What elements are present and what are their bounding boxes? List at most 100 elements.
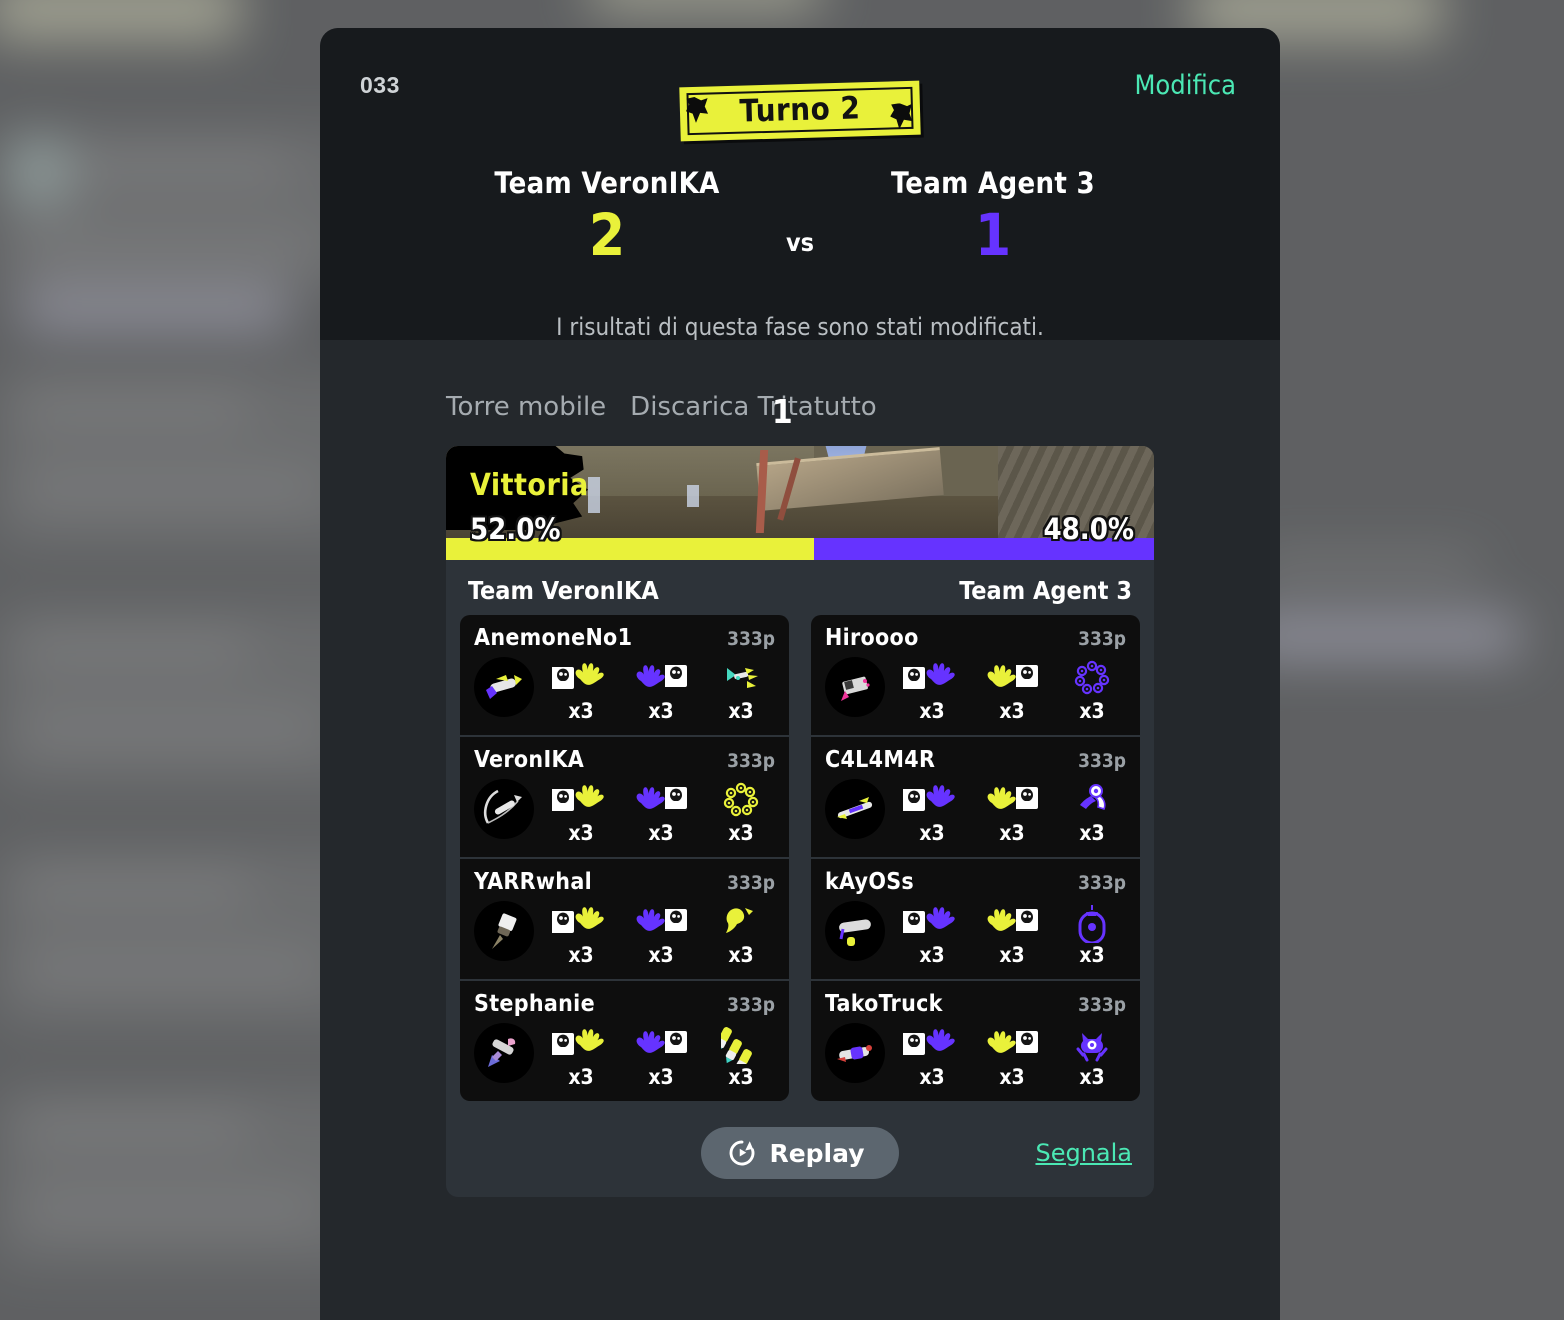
player-header: kAyOSs 333p [825,869,1126,895]
player-stat-value: x3 [728,699,754,723]
special-bubbler-icon [1059,901,1125,945]
player-header: TakoTruck 333p [825,991,1126,1017]
player-stat: x3 [979,901,1045,967]
left-team-summary: Team VeronIKA 2 [457,166,757,264]
player-stat: x3 [899,901,965,967]
player-stats-row: x3 x3 x3 [825,1023,1126,1089]
splat-kill-icon [899,779,965,823]
special-inkjet-icon [708,657,774,701]
game-number: 1 [772,392,793,431]
report-link[interactable]: Segnala [1035,1139,1132,1167]
versus-scoreboard: Team VeronIKA 2 vs Team Agent 3 1 [320,166,1280,264]
match-detail-modal: 033 Turno 2 Modifica Team VeronIKA 2 vs … [320,28,1280,1320]
player-name: AnemoneNo1 [474,625,633,651]
player-name: VeronIKA [474,747,585,773]
player-stat-value: x3 [999,699,1025,723]
player-name: C4L4M4R [825,747,936,773]
player-row-card[interactable]: YARRwhal 333p x3 x3 x3 [460,859,789,981]
right-team-roster: Hiroooo 333p x3 x3 x3 C4L4M4R 333p x3 x3… [811,615,1140,1101]
player-name: Stephanie [474,991,595,1017]
splat-death-icon [979,901,1045,945]
splat-kill-icon [899,657,965,701]
player-points: 333p [727,750,775,772]
player-stat: x3 [979,657,1045,723]
player-stats-row: x3 x3 x3 [474,1023,775,1089]
left-team-score: 2 [588,201,626,269]
player-stat-value: x3 [919,1065,945,1089]
splattershot-weapon-icon [474,657,534,717]
victory-label: Vittoria [470,468,589,503]
splat-kill-icon [899,901,965,945]
splat-death-icon [628,657,694,701]
turn-badge: Turno 2 [679,80,921,142]
player-stat-value: x3 [1079,699,1105,723]
roller-weapon-icon [825,901,885,961]
player-stats-row: x3 x3 x3 [825,779,1126,845]
player-row-card[interactable]: Hiroooo 333p x3 x3 x3 [811,615,1140,737]
splat-death-icon [628,1023,694,1067]
special-zipcaster-icon [1059,779,1125,823]
special-missile-icon [708,1023,774,1067]
left-team-name: Team VeronIKA [494,166,720,200]
match-id-label: 033 [360,72,400,98]
player-header: Stephanie 333p [474,991,775,1017]
player-row-card[interactable]: AnemoneNo1 333p x3 x3 x3 [460,615,789,737]
player-stat-value: x3 [919,821,945,845]
special-squid-icon [708,901,774,945]
splatling-weapon-icon [825,1023,885,1083]
splat-death-icon [628,901,694,945]
player-stat-value: x3 [568,699,594,723]
player-row-card[interactable]: kAyOSs 333p x3 x3 x3 [811,859,1140,981]
player-name: YARRwhal [474,869,592,895]
game-rule-label: Torre mobile [446,392,607,422]
player-header: Hiroooo 333p [825,625,1126,651]
modal-header-toolbar: 033 Turno 2 Modifica [320,28,1280,142]
splat-death-icon [979,657,1045,701]
player-points: 333p [1078,872,1126,894]
player-row-card[interactable]: Stephanie 333p x3 x3 x3 [460,981,789,1101]
player-stat-value: x3 [648,699,674,723]
player-stat-value: x3 [648,1065,674,1089]
splat-kill-icon [548,1023,614,1067]
player-name: kAyOSs [825,869,915,895]
right-team-score: 1 [974,201,1012,269]
splat-kill-icon [899,1023,965,1067]
player-stat: x3 [628,657,694,723]
player-stat-value: x3 [568,943,594,967]
game-card-footer: Replay Segnala [446,1127,1154,1179]
player-stat: x3 [899,657,965,723]
player-stat-value: x3 [728,943,754,967]
player-stat: x3 [628,779,694,845]
left-team-roster: AnemoneNo1 333p x3 x3 x3 VeronIKA 333p x… [460,615,789,1101]
roster-team-headers: Team VeronIKA Team Agent 3 [446,560,1154,615]
stage-window-2 [587,477,600,514]
roster-left-team-name: Team VeronIKA [468,576,659,605]
player-header: VeronIKA 333p [474,747,775,773]
roster-right-team-name: Team Agent 3 [959,576,1132,605]
player-points: 333p [727,872,775,894]
player-stat: x3 [979,779,1045,845]
player-points: 333p [727,994,775,1016]
player-row-card[interactable]: TakoTruck 333p x3 x3 x3 [811,981,1140,1101]
player-header: YARRwhal 333p [474,869,775,895]
splat-death-icon [979,779,1045,823]
player-stat: x3 [708,901,774,967]
right-team-name: Team Agent 3 [891,166,1095,200]
splat-death-icon [628,779,694,823]
player-stat-value: x3 [999,943,1025,967]
splat-death-icon [979,1023,1045,1067]
game-stage-label: Discarica Tritatutto [630,392,877,422]
modal-header: 033 Turno 2 Modifica Team VeronIKA 2 vs … [320,28,1280,341]
player-stat-value: x3 [1079,943,1105,967]
player-stat-value: x3 [999,821,1025,845]
player-stat: x3 [1059,779,1125,845]
player-stat: x3 [708,657,774,723]
player-row-card[interactable]: C4L4M4R 333p x3 x3 x3 [811,737,1140,859]
player-points: 333p [1078,628,1126,650]
edit-button[interactable]: Modifica [1134,70,1236,101]
turn-badge-label: Turno 2 [739,90,861,130]
player-row-card[interactable]: VeronIKA 333p x3 x3 x3 [460,737,789,859]
replay-button[interactable]: Replay [701,1127,899,1179]
player-stat-value: x3 [728,821,754,845]
player-stat: x3 [628,1023,694,1089]
